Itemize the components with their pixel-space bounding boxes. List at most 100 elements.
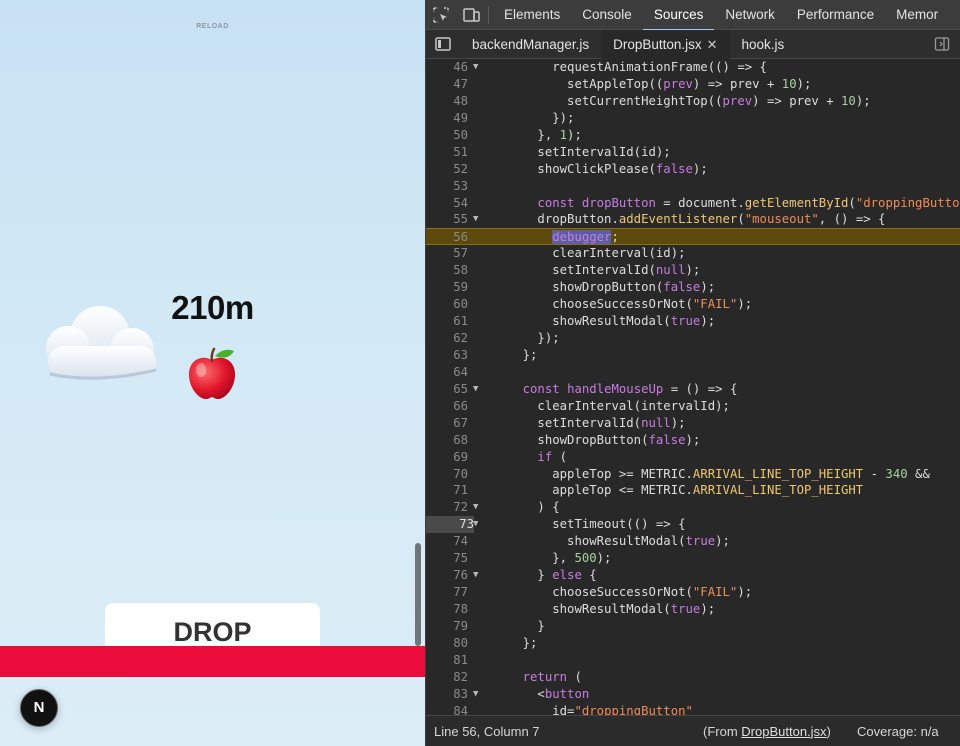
code-line[interactable]: 61 showResultModal(true); <box>426 313 960 330</box>
line-number[interactable]: 59 <box>426 279 468 296</box>
code-line[interactable]: 84 id="droppingButton" <box>426 703 960 715</box>
code-line[interactable]: 74 showResultModal(true); <box>426 533 960 550</box>
code-line[interactable]: 81 <box>426 652 960 669</box>
line-number[interactable]: 79 <box>426 618 468 635</box>
code-line[interactable]: 48 setCurrentHeightTop((prev) => prev + … <box>426 93 960 110</box>
code-line[interactable]: 54 const dropButton = document.getElemen… <box>426 195 960 212</box>
code-line[interactable]: 60 chooseSuccessOrNot("FAIL"); <box>426 296 960 313</box>
code-line[interactable]: 66 clearInterval(intervalId); <box>426 398 960 415</box>
line-number[interactable]: 66 <box>426 398 468 415</box>
code-line[interactable]: 58 setIntervalId(null); <box>426 262 960 279</box>
line-number[interactable]: 76 <box>426 567 468 584</box>
fold-arrow-icon[interactable]: ▼ <box>473 516 483 533</box>
code-line[interactable]: 78 showResultModal(true); <box>426 601 960 618</box>
line-number[interactable]: 60 <box>426 296 468 313</box>
line-number[interactable]: 47 <box>426 76 468 93</box>
code-line[interactable]: 82 return ( <box>426 669 960 686</box>
code-line[interactable]: 57 clearInterval(id); <box>426 245 960 262</box>
line-number[interactable]: 48 <box>426 93 468 110</box>
scrollbar-thumb[interactable] <box>415 543 421 646</box>
line-number[interactable]: 72 <box>426 499 468 516</box>
tab-performance[interactable]: Performance <box>786 0 885 30</box>
code-line[interactable]: 56 debugger; <box>426 228 960 246</box>
navigator-toggle-icon[interactable] <box>426 30 460 59</box>
fold-arrow-icon[interactable]: ▼ <box>473 567 483 584</box>
line-number[interactable]: 69 <box>426 449 468 466</box>
line-number[interactable]: 53 <box>426 178 468 195</box>
code-line[interactable]: 79 } <box>426 618 960 635</box>
tab-network[interactable]: Network <box>714 0 786 30</box>
code-line[interactable]: 77 chooseSuccessOrNot("FAIL"); <box>426 584 960 601</box>
code-line[interactable]: 68 showDropButton(false); <box>426 432 960 449</box>
line-number[interactable]: 65 <box>426 381 468 398</box>
line-number[interactable]: 71 <box>426 482 468 499</box>
line-number[interactable]: 67 <box>426 415 468 432</box>
inspect-element-icon[interactable] <box>426 0 456 30</box>
close-tab-icon[interactable]: ✕ <box>707 30 718 59</box>
code-line[interactable]: 67 setIntervalId(null); <box>426 415 960 432</box>
source-file-link[interactable]: DropButton.jsx <box>741 724 826 739</box>
tab-sources[interactable]: Sources <box>642 0 715 31</box>
file-tab[interactable]: DropButton.jsx ✕ <box>601 29 730 59</box>
code-line[interactable]: 59 showDropButton(false); <box>426 279 960 296</box>
code-line[interactable]: 65 ▼ const handleMouseUp = () => { <box>426 381 960 398</box>
line-number[interactable]: 51 <box>426 144 468 161</box>
code-line[interactable]: 75 }, 500); <box>426 550 960 567</box>
line-number[interactable]: 57 <box>426 245 468 262</box>
line-number[interactable]: 63 <box>426 347 468 364</box>
line-number[interactable]: 80 <box>426 635 468 652</box>
reload-link[interactable]: RELOAD <box>0 23 425 30</box>
code-line[interactable]: 62 }); <box>426 330 960 347</box>
line-number[interactable]: 58 <box>426 262 468 279</box>
code-line[interactable]: 72 ▼ ) { <box>426 499 960 516</box>
code-line[interactable]: 64 <box>426 364 960 381</box>
fold-arrow-icon[interactable]: ▼ <box>473 499 483 516</box>
fold-arrow-icon[interactable]: ▼ <box>473 686 483 703</box>
nextjs-badge[interactable]: N <box>20 689 58 727</box>
file-tab[interactable]: hook.js <box>730 30 797 59</box>
tab-memor[interactable]: Memor <box>885 0 949 30</box>
code-line[interactable]: 80 }; <box>426 635 960 652</box>
line-number[interactable]: 73 <box>426 516 474 534</box>
line-number[interactable]: 83 <box>426 686 468 703</box>
code-line[interactable]: 49 }); <box>426 110 960 127</box>
line-number[interactable]: 62 <box>426 330 468 347</box>
line-number[interactable]: 52 <box>426 161 468 178</box>
line-number[interactable]: 54 <box>426 195 468 212</box>
line-number[interactable]: 77 <box>426 584 468 601</box>
code-line[interactable]: 83 ▼ <button <box>426 686 960 703</box>
code-editor[interactable]: 46 ▼ requestAnimationFrame(() => {47 setA… <box>426 59 960 715</box>
line-number[interactable]: 49 <box>426 110 468 127</box>
code-line[interactable]: 55 ▼ dropButton.addEventListener("mouseou… <box>426 211 960 228</box>
code-line[interactable]: 47 setAppleTop((prev) => prev + 10); <box>426 76 960 93</box>
code-line[interactable]: 53 <box>426 178 960 195</box>
line-number[interactable]: 78 <box>426 601 468 618</box>
code-line[interactable]: 51 setIntervalId(id); <box>426 144 960 161</box>
fold-arrow-icon[interactable]: ▼ <box>473 59 483 76</box>
line-number[interactable]: 68 <box>426 432 468 449</box>
code-line[interactable]: 76 ▼ } else { <box>426 567 960 584</box>
line-number[interactable]: 81 <box>426 652 468 669</box>
tab-elements[interactable]: Elements <box>493 0 571 30</box>
code-line[interactable]: 73 ▼ setTimeout(() => { <box>426 516 960 534</box>
code-line[interactable]: 52 showClickPlease(false); <box>426 161 960 178</box>
fold-arrow-icon[interactable]: ▼ <box>473 211 483 228</box>
line-number[interactable]: 82 <box>426 669 468 686</box>
line-number[interactable]: 46 <box>426 59 468 76</box>
line-number[interactable]: 74 <box>426 533 468 550</box>
debugger-sidebar-toggle-icon[interactable] <box>934 36 950 52</box>
file-tab[interactable]: backendManager.js <box>460 30 601 59</box>
code-line[interactable]: 46 ▼ requestAnimationFrame(() => { <box>426 59 960 76</box>
device-toolbar-icon[interactable] <box>456 0 486 30</box>
tab-console[interactable]: Console <box>571 0 643 30</box>
line-number[interactable]: 64 <box>426 364 468 381</box>
line-number[interactable]: 56 <box>426 229 468 246</box>
code-line[interactable]: 70 appleTop >= METRIC.ARRIVAL_LINE_TOP_H… <box>426 466 960 483</box>
fold-arrow-icon[interactable]: ▼ <box>473 381 483 398</box>
line-number[interactable]: 84 <box>426 703 468 715</box>
line-number[interactable]: 61 <box>426 313 468 330</box>
line-number[interactable]: 50 <box>426 127 468 144</box>
code-line[interactable]: 50 }, 1); <box>426 127 960 144</box>
code-line[interactable]: 63 }; <box>426 347 960 364</box>
code-line[interactable]: 71 appleTop <= METRIC.ARRIVAL_LINE_TOP_H… <box>426 482 960 499</box>
